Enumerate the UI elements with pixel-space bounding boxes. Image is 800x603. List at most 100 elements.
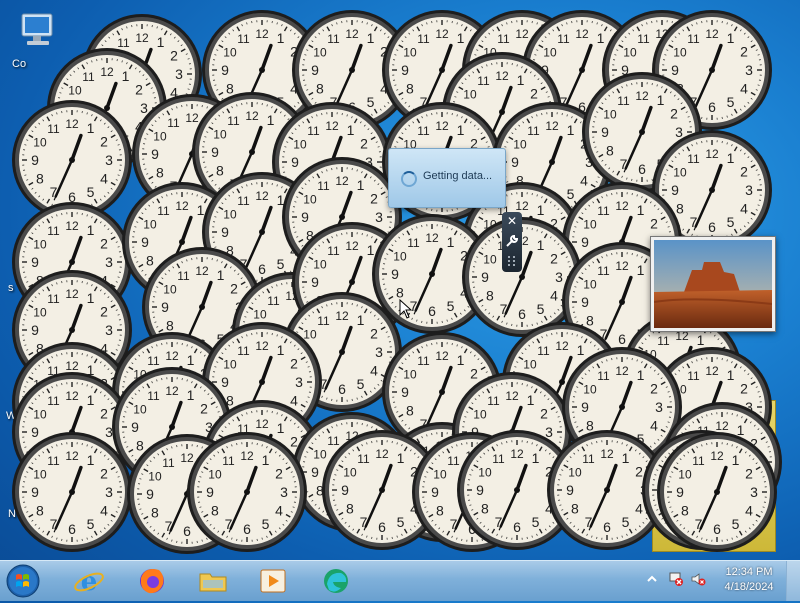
svg-text:11: 11 (222, 454, 235, 468)
svg-text:12: 12 (615, 199, 629, 213)
svg-text:9: 9 (161, 299, 169, 315)
svg-text:12: 12 (435, 119, 449, 133)
svg-text:9: 9 (566, 482, 574, 498)
svg-text:12: 12 (245, 109, 259, 123)
svg-text:12: 12 (165, 384, 179, 398)
svg-text:2: 2 (275, 466, 283, 482)
svg-text:9: 9 (221, 62, 229, 78)
svg-text:3: 3 (750, 484, 758, 500)
svg-text:12: 12 (345, 239, 359, 253)
start-button[interactable] (4, 563, 42, 599)
svg-text:9: 9 (31, 152, 39, 168)
svg-text:11: 11 (47, 454, 60, 468)
svg-text:10: 10 (673, 166, 687, 180)
svg-text:10: 10 (568, 466, 582, 480)
svg-text:11: 11 (237, 344, 250, 358)
svg-text:5: 5 (447, 298, 455, 314)
mouse-cursor-icon (399, 299, 413, 319)
svg-text:12: 12 (65, 117, 79, 131)
svg-text:4: 4 (100, 503, 108, 519)
volume-muted-icon[interactable] (690, 571, 706, 587)
action-center-flag-icon[interactable] (668, 571, 684, 587)
slideshow-gadget[interactable] (650, 236, 776, 332)
svg-text:8: 8 (156, 165, 164, 181)
svg-text:3: 3 (745, 182, 753, 198)
svg-text:4: 4 (745, 503, 753, 519)
svg-text:12: 12 (515, 199, 529, 213)
svg-text:11: 11 (692, 454, 705, 468)
svg-text:10: 10 (343, 466, 357, 480)
svg-text:11: 11 (227, 114, 240, 128)
svg-text:5: 5 (622, 514, 630, 530)
svg-text:10: 10 (583, 383, 597, 397)
svg-text:1: 1 (87, 392, 95, 408)
svg-text:12: 12 (345, 27, 359, 41)
svg-text:5: 5 (732, 516, 740, 532)
show-desktop-button[interactable] (786, 561, 800, 601)
gadget-toolbar[interactable]: ✕ (502, 212, 522, 272)
close-icon[interactable]: ✕ (505, 214, 519, 228)
svg-text:11: 11 (537, 344, 550, 358)
svg-text:12: 12 (65, 449, 79, 463)
svg-text:12: 12 (705, 364, 719, 378)
svg-text:11: 11 (47, 292, 60, 306)
svg-text:12: 12 (510, 447, 524, 461)
svg-text:10: 10 (33, 136, 47, 150)
svg-text:2: 2 (740, 164, 748, 180)
media-player-icon[interactable] (256, 564, 290, 598)
svg-text:6: 6 (378, 519, 386, 535)
svg-text:1: 1 (367, 30, 375, 46)
svg-text:11: 11 (147, 389, 160, 403)
svg-text:5: 5 (727, 94, 735, 110)
svg-text:11: 11 (557, 32, 570, 46)
show-hidden-icons-icon[interactable] (644, 571, 660, 587)
svg-text:8: 8 (346, 501, 354, 517)
svg-text:12: 12 (615, 364, 629, 378)
svg-text:12: 12 (175, 199, 189, 213)
svg-text:2: 2 (740, 44, 748, 60)
svg-text:10: 10 (213, 128, 227, 142)
svg-text:1: 1 (657, 92, 665, 108)
svg-text:2: 2 (100, 134, 108, 150)
svg-text:1: 1 (277, 30, 285, 46)
svg-text:4: 4 (370, 363, 378, 379)
svg-text:11: 11 (162, 456, 175, 470)
svg-text:1: 1 (637, 367, 645, 383)
grip-icon[interactable] (505, 254, 519, 268)
svg-text:12: 12 (255, 189, 269, 203)
desktop[interactable]: Co s W N 121234567891011 1212345678910 (0, 0, 800, 560)
weather-gadget[interactable]: Getting data... (388, 148, 506, 208)
internet-explorer-icon[interactable]: e (72, 564, 106, 598)
svg-text:9: 9 (511, 154, 519, 170)
svg-text:4: 4 (100, 171, 108, 187)
svg-text:12: 12 (335, 309, 349, 323)
svg-text:12: 12 (335, 174, 349, 188)
analog-clock-gadget[interactable]: 121234567891011 (655, 430, 779, 554)
svg-text:12: 12 (435, 27, 449, 41)
analog-clock-gadget[interactable]: 121234567891011 (185, 430, 309, 554)
svg-text:10: 10 (673, 46, 687, 60)
analog-clock-gadget[interactable]: 121234567891011 (10, 430, 134, 554)
svg-text:1: 1 (567, 122, 575, 138)
svg-text:5: 5 (87, 184, 95, 200)
svg-text:10: 10 (513, 138, 527, 152)
firefox-icon[interactable] (135, 564, 169, 598)
svg-text:9: 9 (601, 124, 609, 140)
svg-text:10: 10 (163, 283, 177, 297)
svg-text:1: 1 (637, 202, 645, 218)
wrench-icon[interactable] (505, 234, 519, 248)
svg-text:1: 1 (277, 342, 285, 358)
svg-text:9: 9 (311, 62, 319, 78)
taskbar-clock[interactable]: 12:34 PM 4/18/2024 (716, 565, 782, 597)
svg-text:6: 6 (243, 521, 251, 537)
svg-text:10: 10 (473, 408, 487, 422)
svg-text:9: 9 (581, 399, 589, 415)
svg-text:11: 11 (597, 369, 610, 383)
svg-text:9: 9 (311, 464, 319, 480)
file-explorer-icon[interactable] (196, 564, 230, 598)
svg-text:9: 9 (311, 274, 319, 290)
taskbar: e (0, 560, 800, 601)
svg-text:3: 3 (175, 66, 183, 82)
edge-icon[interactable] (319, 564, 353, 598)
svg-text:1: 1 (637, 262, 645, 278)
